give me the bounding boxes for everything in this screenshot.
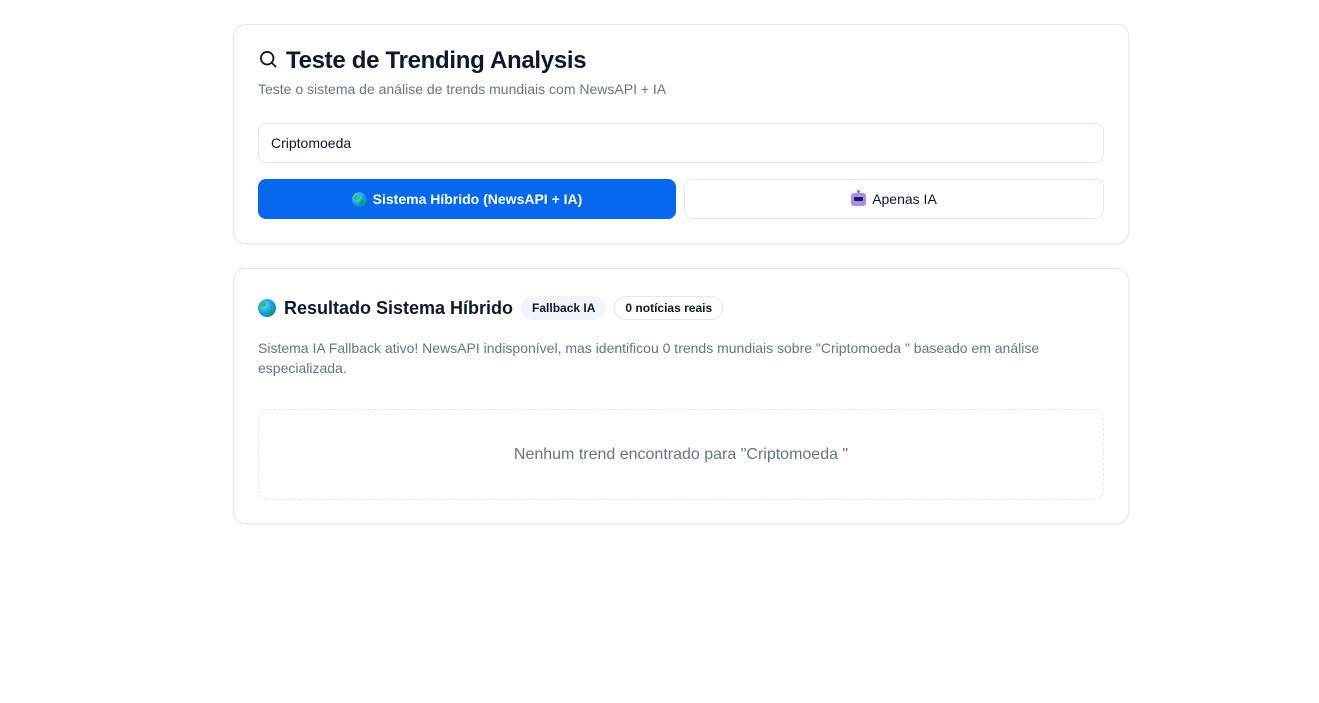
page-title: Teste de Trending Analysis: [286, 47, 587, 74]
empty-state: Nenhum trend encontrado para "Criptomoed…: [258, 409, 1104, 500]
robot-icon: [851, 189, 867, 206]
result-card: Resultado Sistema Híbrido Fallback IA 0 …: [233, 268, 1129, 524]
result-description: Sistema IA Fallback ativo! NewsAPI indis…: [258, 340, 1040, 376]
result-header: Resultado Sistema Híbrido Fallback IA 0 …: [258, 296, 724, 320]
search-icon: [258, 49, 278, 74]
ia-only-button-label: Apenas IA: [872, 191, 937, 207]
globe-icon: [351, 191, 367, 207]
query-input[interactable]: [258, 123, 1104, 163]
ia-only-button[interactable]: Apenas IA: [684, 179, 1104, 219]
hybrid-system-button[interactable]: Sistema Híbrido (NewsAPI + IA): [258, 179, 676, 219]
title-row: Teste de Trending Analysis: [258, 47, 587, 75]
empty-state-message: Nenhum trend encontrado para "Criptomoed…: [513, 445, 849, 463]
fallback-badge: Fallback IA: [521, 296, 607, 320]
hybrid-system-button-label: Sistema Híbrido (NewsAPI + IA): [372, 191, 583, 207]
globe-icon: [258, 299, 276, 317]
result-title: Resultado Sistema Híbrido: [284, 297, 514, 318]
trending-test-card: Teste de Trending Analysis Teste o siste…: [233, 24, 1129, 244]
news-count-badge: 0 notícias reais: [614, 296, 724, 320]
page-subtitle: Teste o sistema de análise de trends mun…: [258, 81, 667, 97]
